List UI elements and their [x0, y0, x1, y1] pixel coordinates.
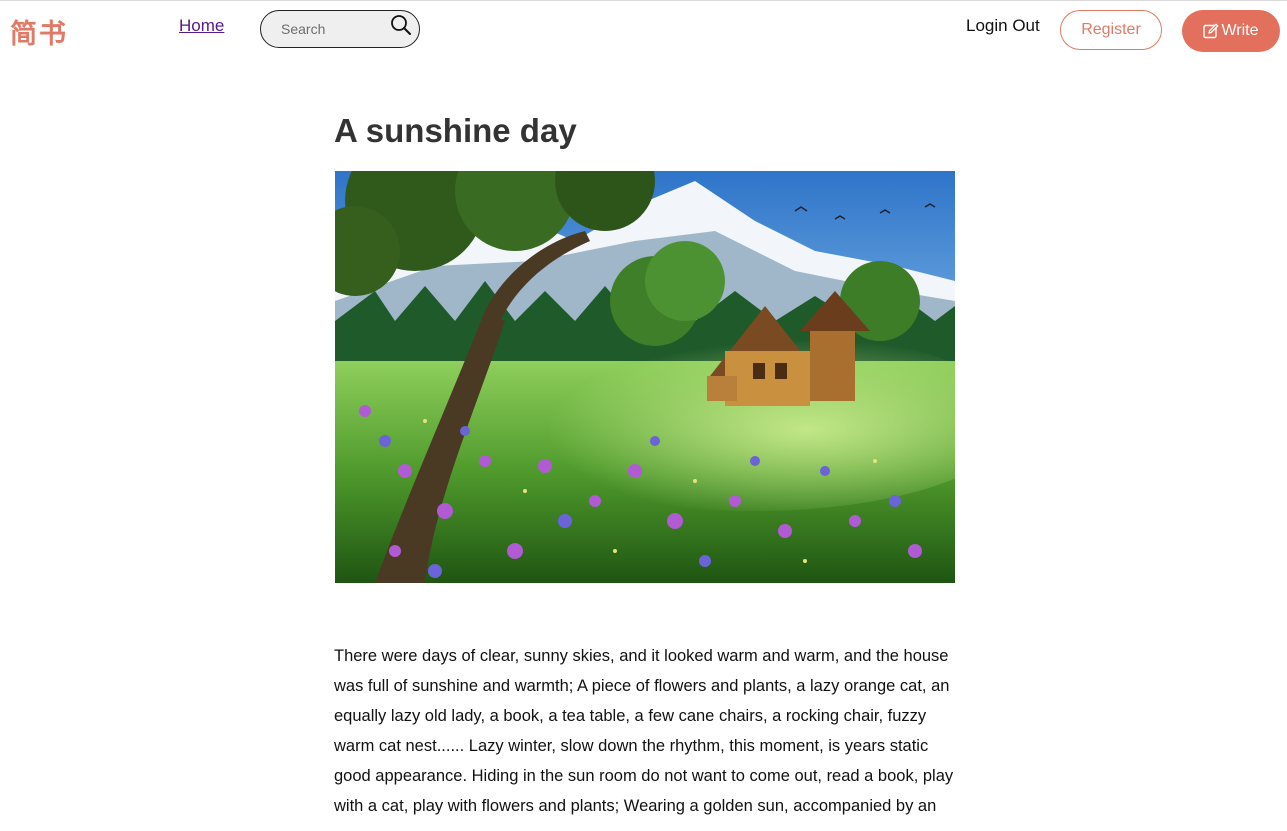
write-button[interactable]: Write: [1182, 10, 1280, 52]
site-logo[interactable]: 简书: [10, 12, 68, 51]
article-title: A sunshine day: [334, 112, 577, 149]
article-body: There were days of clear, sunny skies, a…: [334, 647, 954, 815]
login-out-link[interactable]: Login Out: [966, 16, 1040, 36]
nav-home-link[interactable]: Home: [179, 16, 224, 36]
register-button[interactable]: Register: [1060, 10, 1162, 50]
write-button-label: Write: [1221, 22, 1259, 39]
top-border: [0, 0, 1287, 1]
search-input[interactable]: [261, 11, 385, 46]
article-hero-image: [335, 171, 955, 583]
search-icon[interactable]: [389, 13, 413, 37]
edit-icon: [1203, 23, 1219, 39]
search-box: [260, 10, 420, 48]
